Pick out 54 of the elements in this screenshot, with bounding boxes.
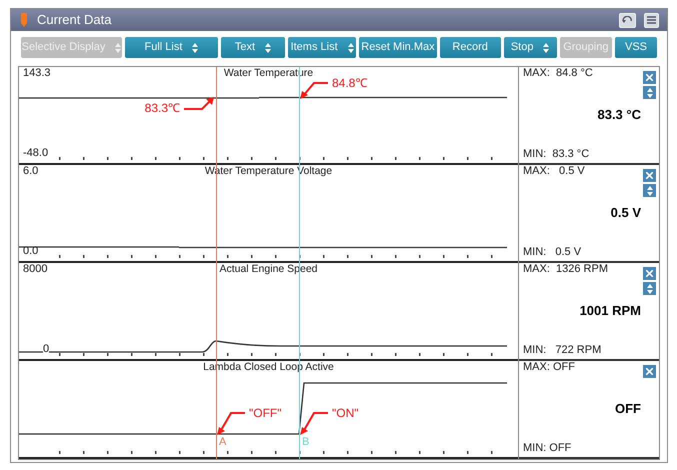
- close-button[interactable]: [643, 365, 656, 378]
- max-reading: MAX: 84.8 °C: [523, 67, 593, 81]
- menu-button[interactable]: [644, 12, 659, 28]
- min-reading: MIN: 722 RPM: [523, 344, 602, 358]
- toolbar-button[interactable]: Full List: [124, 37, 218, 58]
- current-value: 0.5 V: [610, 204, 641, 222]
- min-reading: MIN: 0.5 V: [523, 246, 582, 260]
- toolbar-button[interactable]: Reset Min.Max: [359, 37, 437, 58]
- cursor-label: A: [219, 435, 226, 450]
- reorder-button[interactable]: [643, 86, 656, 99]
- current-value: 1001 RPM: [580, 302, 641, 320]
- annotation-label: "OFF": [249, 407, 282, 419]
- reorder-button[interactable]: [643, 184, 656, 197]
- toolbar-button[interactable]: Items List: [288, 37, 356, 58]
- min-reading: MIN: OFF: [523, 442, 572, 456]
- updown-icon: [646, 88, 652, 98]
- cursor-label: B: [302, 435, 310, 450]
- close-icon: [646, 172, 653, 179]
- menu-icon: [647, 16, 656, 24]
- retry-button[interactable]: [619, 12, 636, 28]
- annotation-label: 84.8℃: [332, 77, 368, 89]
- arrow-icon: [217, 411, 245, 435]
- max-reading: MAX: 0.5 V: [523, 165, 585, 179]
- close-icon: [646, 368, 653, 375]
- app-icon: [19, 13, 29, 27]
- axis-max: 6.0: [23, 165, 40, 179]
- max-reading: MAX: OFF: [523, 361, 575, 375]
- toolbar-button[interactable]: Stop: [504, 37, 557, 58]
- axis-min: -48.0: [23, 147, 48, 161]
- arrow-icon: [300, 81, 328, 99]
- updown-icon: [646, 186, 652, 196]
- toolbar-button[interactable]: VSS: [615, 37, 657, 58]
- toolbar-button[interactable]: Record: [440, 37, 501, 58]
- annotation-label: "ON": [332, 407, 359, 419]
- close-button[interactable]: [643, 169, 656, 182]
- min-reading: MIN: 83.3 °C: [523, 148, 590, 162]
- current-value: OFF: [615, 400, 641, 418]
- close-button[interactable]: [643, 267, 656, 280]
- toolbar-button[interactable]: Text: [220, 37, 285, 58]
- window-title: Current Data: [37, 11, 112, 30]
- max-reading: MAX: 1326 RPM: [523, 263, 608, 277]
- updown-icon: [646, 284, 652, 294]
- close-icon: [646, 74, 653, 81]
- current-value: 83.3 °C: [597, 106, 641, 124]
- arrow-icon: [300, 411, 328, 435]
- arrow-icon: [184, 97, 214, 113]
- axis-max: 8000: [23, 263, 48, 277]
- close-button[interactable]: [643, 71, 656, 84]
- close-icon: [646, 270, 653, 277]
- refresh-icon: [622, 16, 633, 24]
- annotation-label: 83.3℃: [144, 102, 180, 114]
- axis-max: 143.3: [23, 67, 52, 81]
- axis-min: 0.0: [23, 245, 38, 259]
- reorder-button[interactable]: [643, 282, 656, 295]
